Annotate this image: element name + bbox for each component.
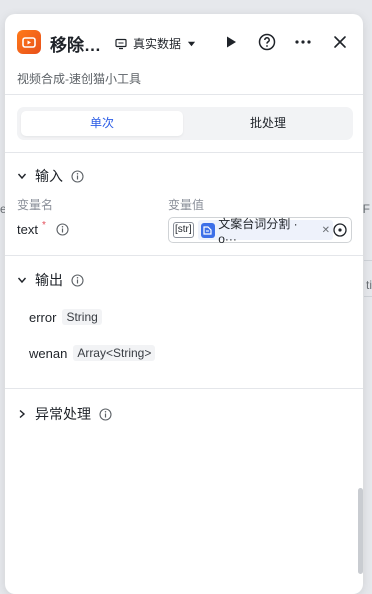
reference-label: 文案台词分割 · o··· (218, 216, 298, 246)
run-mode-tabs: 单次 批处理 (17, 107, 353, 140)
output-name: error (29, 309, 57, 325)
panel-title: 移除… (50, 36, 101, 55)
required-mark: * (41, 220, 46, 231)
node-ref-icon (200, 222, 216, 238)
variable-name-label: text (17, 222, 38, 237)
node-test-panel: 移除… 真实数据 视频合成-速创猫小工具 单次 批处理 输入 变量名 变量值 t… (5, 14, 363, 594)
output-type-tag: String (62, 309, 102, 325)
output-section-header[interactable]: 输出 (17, 270, 84, 290)
chevron-right-icon (17, 409, 27, 419)
panel-subtitle: 视频合成-速创猫小工具 (17, 72, 141, 86)
chevron-down-icon (17, 275, 27, 285)
play-icon[interactable] (223, 34, 239, 50)
background-text: F (362, 202, 370, 216)
output-name: wenan (29, 345, 68, 361)
info-icon[interactable] (71, 273, 84, 287)
exception-section-header[interactable]: 异常处理 (17, 404, 112, 424)
info-icon[interactable] (99, 407, 112, 421)
divider (5, 94, 363, 95)
remove-reference-icon[interactable]: ✕ (322, 225, 330, 236)
output-row: wenan Array<String> (29, 345, 156, 361)
scrollbar[interactable] (358, 488, 363, 574)
type-badge: [str] (173, 222, 194, 238)
more-horizontal-icon[interactable] (293, 33, 313, 51)
background-divider (364, 260, 372, 261)
divider (5, 388, 363, 389)
divider (5, 255, 363, 256)
variable-picker-icon[interactable] (333, 223, 347, 237)
reference-chip[interactable]: 文案台词分割 · o··· ✕ (197, 217, 333, 246)
exception-section-title: 异常处理 (35, 406, 91, 422)
caret-down-icon (187, 39, 196, 48)
data-mode-dropdown[interactable]: 真实数据 (115, 35, 196, 52)
input-section-header[interactable]: 输入 (17, 166, 84, 186)
background-text: ti (366, 278, 372, 292)
tab-single[interactable]: 单次 (21, 111, 183, 136)
help-circle-icon[interactable] (258, 33, 276, 51)
panel-header: 移除… 真实数据 (5, 14, 363, 70)
chevron-down-icon (17, 171, 27, 181)
output-section-title: 输出 (35, 272, 63, 288)
variable-name: text * (17, 220, 69, 237)
variable-value-field[interactable]: [str] 文案台词分割 · o··· ✕ (168, 217, 352, 246)
video-app-icon (17, 30, 41, 54)
background-divider (364, 296, 372, 297)
info-icon[interactable] (56, 223, 69, 236)
close-icon[interactable] (331, 33, 349, 51)
column-label-value: 变量值 (168, 198, 205, 212)
data-mode-label: 真实数据 (133, 37, 182, 51)
device-icon (115, 38, 127, 50)
output-type-tag: Array<String> (73, 345, 156, 361)
column-label-name: 变量名 (17, 198, 54, 212)
output-row: error String (29, 309, 102, 325)
input-section-title: 输入 (35, 168, 63, 184)
tab-batch[interactable]: 批处理 (187, 111, 349, 136)
divider (5, 152, 363, 153)
info-icon[interactable] (71, 169, 84, 183)
